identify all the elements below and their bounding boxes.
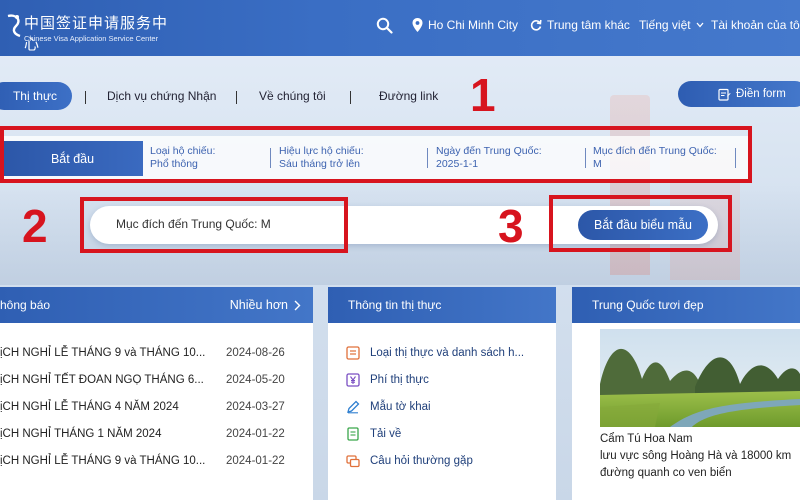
location-pin-icon <box>412 18 423 32</box>
notice-date: 2024-03-27 <box>226 401 285 413</box>
refresh-icon <box>530 19 542 31</box>
chevron-right-icon <box>294 300 301 310</box>
visa-info-item-download[interactable]: Tải về <box>346 427 401 441</box>
nav-item-about[interactable]: Về chúng tôi <box>259 89 326 103</box>
notice-date: 2024-01-22 <box>226 428 285 440</box>
callout-box-3 <box>549 195 732 252</box>
visa-info-label: Câu hỏi thường gặp <box>370 455 473 467</box>
photo-caption: Cẩm Tú Hoa Nam <box>600 433 693 445</box>
account-label: Tài khoản của tôi <box>711 18 800 32</box>
language-label: Tiếng việt <box>639 18 691 32</box>
notices-more-label: Nhiều hơn <box>229 298 288 312</box>
pen-icon <box>347 400 360 414</box>
notice-date: 2024-08-26 <box>226 347 285 359</box>
language-selector[interactable]: Tiếng việt <box>639 18 704 32</box>
visa-info-panel: Thông tin thị thực Loại thị thực và danh… <box>328 287 556 500</box>
photo-description-line: lưu vực sông Hoàng Hà và 18000 km <box>600 450 792 462</box>
beautiful-china-title: Trung Quốc tươi đẹp <box>592 298 704 312</box>
visa-info-header: Thông tin thị thực <box>328 287 556 323</box>
callout-box-2 <box>80 197 348 253</box>
form-edit-icon <box>718 88 731 101</box>
faq-icon <box>346 455 360 468</box>
list-icon <box>346 346 360 360</box>
other-centers-label: Trung tâm khác <box>547 18 630 32</box>
visa-info-item-form[interactable]: Mẫu tờ khai <box>346 400 431 414</box>
nav-divider <box>236 91 237 104</box>
nav-item-visa[interactable]: Thị thực <box>0 82 72 110</box>
visa-info-label: Tải về <box>370 428 402 440</box>
visa-info-item-faq[interactable]: Câu hỏi thường gặp <box>346 454 473 468</box>
notice-title: ịCH NGHỈ LỄ THÁNG 4 NĂM 2024 <box>0 401 179 413</box>
notice-title: ịCH NGHỈ THÁNG 1 NĂM 2024 <box>0 428 162 440</box>
beautiful-china-panel: Trung Quốc tươi đẹp Cẩm Tú Hoa Nam lưu v… <box>572 287 800 500</box>
download-doc-icon <box>347 427 359 441</box>
site-header: 中国签证申请服务中心 Chinese Visa Application Serv… <box>0 0 800 56</box>
notices-panel: hông báo Nhiều hơn ịCH NGHỈ LỄ THÁNG 9 v… <box>0 287 313 500</box>
fill-form-label: Điền form <box>736 88 786 100</box>
nav-divider <box>350 91 351 104</box>
landscape-illustration <box>600 329 800 427</box>
nav-item-certification[interactable]: Dịch vụ chứng Nhận <box>107 89 216 103</box>
fill-form-button[interactable]: Điền form <box>678 81 800 107</box>
notices-more-link[interactable]: Nhiều hơn <box>230 298 301 312</box>
notice-date: 2024-05-20 <box>226 374 285 386</box>
nav-divider <box>85 91 86 104</box>
visa-info-label: Loại thị thực và danh sách h... <box>370 347 525 359</box>
callout-number-2: 2 <box>22 200 48 252</box>
visa-info-item-types[interactable]: Loại thị thực và danh sách h... <box>346 346 524 360</box>
logo-chinese-text: 中国签证申请服务中心 <box>24 14 169 53</box>
site-logo[interactable]: 中国签证申请服务中心 Chinese Visa Application Serv… <box>6 8 181 53</box>
search-button[interactable] <box>376 17 393 34</box>
logo-emblem-icon <box>7 14 21 38</box>
notices-title: hông báo <box>0 298 51 312</box>
yen-icon <box>346 373 360 387</box>
other-centers-link[interactable]: Trung tâm khác <box>530 18 630 32</box>
notice-title: ịCH NGHỈ LỄ THÁNG 9 và THÁNG 10... <box>0 347 206 359</box>
search-icon <box>376 17 393 34</box>
logo-english-text: Chinese Visa Application Service Center <box>24 34 159 43</box>
notice-date: 2024-01-22 <box>226 455 285 467</box>
location-label: Ho Chi Minh City <box>428 18 519 32</box>
visa-info-label: Phí thị thực <box>370 374 429 386</box>
location-selector[interactable]: Ho Chi Minh City <box>412 18 518 32</box>
notice-title: ịCH NGHỈ TẾT ĐOAN NGỌ THÁNG 6... <box>0 374 204 386</box>
notices-header: hông báo Nhiều hơn <box>0 287 313 323</box>
photo-description-line: đường quanh co ven biển <box>600 467 732 479</box>
notice-title: ịCH NGHỈ LỄ THÁNG 9 và THÁNG 10... <box>0 455 206 467</box>
visa-info-title: Thông tin thị thực <box>348 298 442 312</box>
visa-info-label: Mẫu tờ khai <box>370 401 431 413</box>
account-link[interactable]: Tài khoản của tôi <box>711 18 800 32</box>
beautiful-china-header: Trung Quốc tươi đẹp <box>572 287 800 323</box>
callout-number-3: 3 <box>498 200 524 252</box>
visa-info-item-fee[interactable]: Phí thị thực <box>346 373 429 387</box>
nav-item-links[interactable]: Đường link <box>379 89 438 103</box>
chevron-down-icon <box>696 22 704 28</box>
callout-box-1 <box>0 126 752 183</box>
landscape-photo[interactable] <box>600 329 800 427</box>
callout-number-1: 1 <box>470 69 496 121</box>
